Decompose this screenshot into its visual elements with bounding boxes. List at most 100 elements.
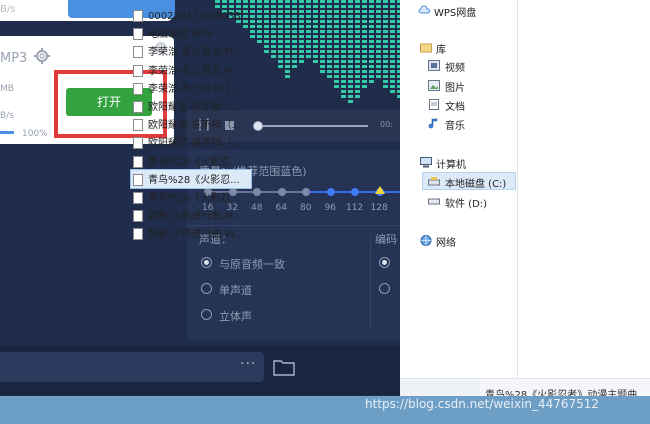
waveform-segment: [390, 60, 395, 63]
file-list-item[interactable]: 群星-小鸡进行曲.W...: [133, 226, 243, 243]
waveform-segment: [348, 70, 353, 73]
file-list-item[interactable]: 欧阳耀莹-戒不掉（...: [133, 117, 241, 134]
waveform-segment: [285, 20, 290, 23]
waveform-segment: [369, 5, 374, 8]
quality-step-dot[interactable]: [351, 188, 359, 196]
seek-track[interactable]: [256, 125, 368, 127]
file-name: 青鸟%28《火影忍...: [148, 174, 240, 186]
waveform-segment: [341, 75, 346, 78]
file-list-item[interactable]: 李荣浩-年少有为.M...: [133, 44, 243, 61]
waveform-segment: [271, 45, 276, 48]
waveform-segment: [376, 70, 381, 73]
quality-selected-marker[interactable]: [375, 186, 385, 194]
file-list-item[interactable]: 青鸟%28《火影忍...: [133, 154, 240, 171]
waveform-segment: [278, 25, 283, 28]
waveform-segment: [341, 35, 346, 38]
file-list-item[interactable]: 欧阳耀莹-戒不掉（...: [133, 135, 241, 152]
waveform-segment: [376, 25, 381, 28]
file-list-item[interactable]: 电脑录音.WAV: [133, 26, 214, 43]
waveform-segment: [285, 0, 290, 3]
waveform-segment: [299, 35, 304, 38]
waveform-segment: [341, 0, 346, 3]
waveform-segment: [334, 35, 339, 38]
waveform-segment: [348, 55, 353, 58]
waveform-segment: [341, 95, 346, 98]
waveform-segment: [250, 25, 255, 28]
file-name: 群星-小鸡进行曲.M...: [148, 211, 243, 223]
waveform-segment: [292, 10, 297, 13]
nav-software-disk[interactable]: 软件 (D:): [445, 195, 487, 210]
waveform-segment: [320, 25, 325, 28]
time-label: 00:: [380, 120, 393, 129]
waveform-segment: [390, 70, 395, 73]
waveform-segment: [355, 75, 360, 78]
nav-music[interactable]: 音乐: [445, 117, 465, 132]
nav-network[interactable]: 网络: [436, 234, 456, 249]
file-list-item[interactable]: 群星-小鸡进行曲.M...: [133, 208, 243, 225]
waveform-segment: [341, 45, 346, 48]
file-list-item[interactable]: 李荣浩-年少有为-1...: [133, 81, 241, 98]
waveform-segment: [390, 55, 395, 58]
seek-handle[interactable]: [253, 121, 263, 131]
quality-step-dot[interactable]: [302, 188, 310, 196]
waveform-segment: [334, 50, 339, 53]
output-path-input[interactable]: [0, 352, 264, 382]
waveform-segment: [327, 15, 332, 18]
file-name: 欧阳耀莹-戒不掉（...: [148, 102, 242, 113]
nav-pictures[interactable]: 图片: [445, 79, 465, 94]
waveform-segment: [320, 15, 325, 18]
more-button[interactable]: ···: [240, 356, 256, 372]
waveform-segment: [313, 15, 318, 18]
file-list-item[interactable]: 000225172-00033...: [133, 8, 250, 25]
waveform-segment: [362, 10, 367, 13]
waveform-segment: [299, 15, 304, 18]
channel-radio-original[interactable]: [201, 257, 212, 268]
nav-computer[interactable]: 计算机: [436, 156, 466, 171]
waveform-segment: [327, 5, 332, 8]
nav-video[interactable]: 视频: [445, 59, 465, 74]
quality-step-dot[interactable]: [326, 188, 335, 196]
waveform-segment: [250, 30, 255, 33]
file-list-item[interactable]: 欧阳耀莹-戒不掉（...: [133, 99, 241, 116]
waveform-segment: [348, 80, 353, 83]
file-list-item[interactable]: 青鸟%28《火影忍...: [133, 190, 240, 207]
waveform-segment: [306, 40, 311, 43]
waveform-segment: [355, 30, 360, 33]
waveform-segment: [362, 35, 367, 38]
file-list-item[interactable]: 青鸟%28《火影忍...: [133, 172, 240, 189]
waveform-segment: [390, 90, 395, 93]
waveform-segment: [369, 0, 374, 3]
waveform-segment: [306, 55, 311, 58]
file-list-item[interactable]: 李荣浩-年少有为.M...: [133, 63, 243, 80]
quality-tick-label: 96: [324, 203, 336, 213]
channel-option-original[interactable]: 与原音频一致: [219, 256, 285, 272]
waveform-segment: [355, 90, 360, 93]
encoding-radio-2[interactable]: [379, 283, 390, 294]
folder-icon[interactable]: [273, 358, 295, 376]
waveform-segment: [362, 70, 367, 73]
waveform-segment: [383, 40, 388, 43]
waveform-segment: [278, 30, 283, 33]
channel-option-stereo[interactable]: 立体声: [219, 308, 252, 324]
nav-wps[interactable]: WPS网盘: [434, 4, 476, 19]
waveform-segment: [390, 45, 395, 48]
waveform-segment: [362, 25, 367, 28]
gear-icon[interactable]: [33, 47, 51, 65]
channel-radio-stereo[interactable]: [201, 309, 212, 320]
nav-local-disk[interactable]: 本地磁盘 (C:): [445, 175, 506, 190]
waveform-segment: [250, 15, 255, 18]
channel-option-mono[interactable]: 单声道: [219, 282, 252, 298]
waveform-segment: [334, 30, 339, 33]
computer-icon: [420, 157, 432, 168]
channel-radio-mono[interactable]: [201, 283, 212, 294]
waveform-segment: [257, 35, 262, 38]
waveform-segment: [334, 55, 339, 58]
waveform-segment: [320, 20, 325, 23]
quality-step-dot[interactable]: [253, 188, 261, 196]
nav-library[interactable]: 库: [436, 41, 446, 56]
quality-step-dot[interactable]: [277, 188, 286, 196]
waveform-segment: [383, 55, 388, 58]
nav-documents[interactable]: 文档: [445, 98, 465, 113]
waveform-segment: [362, 85, 367, 88]
encoding-radio-1[interactable]: [379, 257, 390, 268]
